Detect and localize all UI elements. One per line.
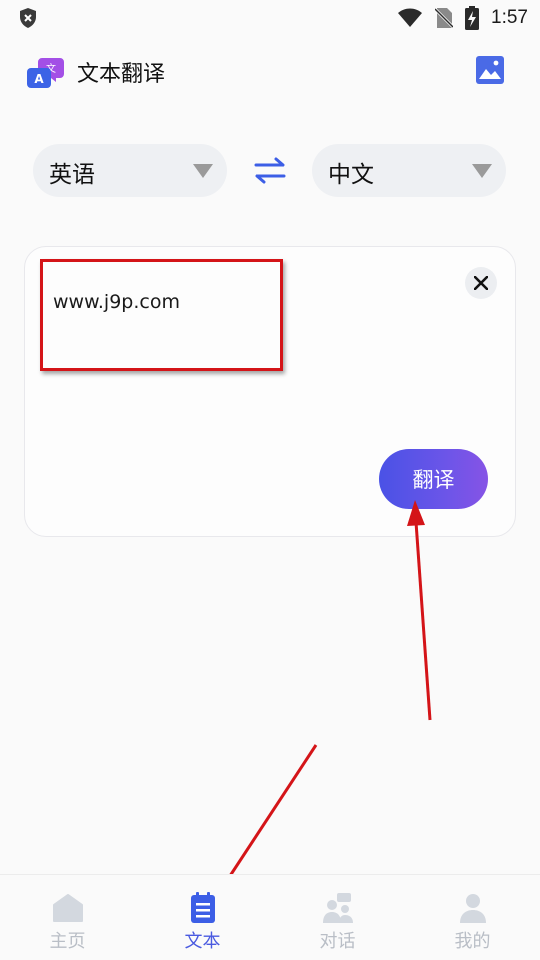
source-language-select[interactable]: 英语 (33, 144, 227, 197)
translate-button[interactable]: 翻译 (379, 449, 488, 509)
caret-down-icon (472, 164, 492, 178)
clock-time: 1:57 (491, 7, 528, 28)
status-bar: 1:57 (0, 0, 540, 36)
app-header: 文 A 文本翻译 (0, 44, 540, 98)
tab-profile[interactable]: 我的 (405, 875, 540, 960)
tab-home[interactable]: 主页 (0, 875, 135, 960)
conversation-icon (322, 893, 353, 923)
tab-profile-label: 我的 (454, 931, 491, 952)
image-icon[interactable] (474, 54, 506, 86)
close-icon (474, 276, 488, 290)
tab-conversation[interactable]: 对话 (270, 875, 405, 960)
document-icon (190, 892, 215, 923)
profile-icon (459, 894, 486, 923)
annotation-highlight-box (40, 259, 283, 371)
tab-home-label: 主页 (49, 931, 86, 952)
no-sim-icon (435, 7, 454, 29)
wifi-icon (398, 8, 423, 27)
translate-logo-icon: 文 A (27, 58, 64, 88)
clear-button[interactable] (465, 267, 497, 299)
page-title: 文本翻译 (77, 62, 166, 87)
tab-text[interactable]: 文本 (135, 875, 270, 960)
tab-conversation-label: 对话 (319, 931, 356, 952)
source-language-label: 英语 (49, 162, 95, 188)
shield-x-icon (20, 8, 36, 28)
target-language-label: 中文 (328, 162, 374, 188)
target-language-select[interactable]: 中文 (312, 144, 506, 197)
battery-charging-icon (465, 6, 480, 30)
swap-arrows-icon[interactable] (254, 155, 286, 185)
bottom-tab-bar: 主页 文本 对话 我的 (0, 874, 540, 960)
caret-down-icon (193, 164, 213, 178)
home-icon (52, 894, 83, 922)
svg-text:A: A (34, 72, 44, 86)
tab-text-label: 文本 (184, 931, 221, 952)
